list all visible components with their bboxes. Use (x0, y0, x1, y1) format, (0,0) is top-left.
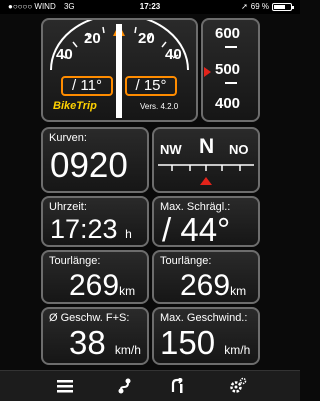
tour-length-label-1: Tourlänge: (49, 255, 101, 267)
tour-length-tile-1: Tourlänge: 269km (41, 250, 149, 304)
altitude-tape: 600 500 400 (201, 18, 260, 122)
altitude-top: 600 (215, 25, 241, 42)
altitude-bottom: 400 (215, 95, 241, 112)
max-speed-tile: Max. Geschwind.: 150 km/h (152, 307, 260, 365)
settings-icon (230, 377, 247, 393)
tour-length-value-1: 269 (69, 269, 120, 302)
max-speed-display: 150 km/h (160, 324, 250, 362)
max-speed-label: Max. Geschwind.: (160, 312, 248, 324)
route-button[interactable] (95, 371, 155, 401)
lean-left-value: / 11° (72, 77, 102, 94)
location-icon: ➚ (241, 2, 248, 11)
status-right: ➚ 69 % (241, 0, 294, 14)
altitude-mid: 500 (215, 61, 241, 78)
battery-icon (272, 3, 294, 11)
max-speed-unit: km/h (224, 343, 251, 357)
altitude-tick (225, 82, 237, 84)
battery-fill (274, 5, 286, 9)
tour-length-unit-2: km (230, 284, 247, 298)
lean-left-box: / 11° (61, 76, 113, 96)
altitude-marker-icon (204, 67, 211, 77)
altitude-tick (225, 46, 237, 48)
compass-scale (158, 164, 254, 185)
status-bar: ●○○○○ WIND 3G 17:23 ➚ 69 % (0, 0, 300, 14)
menu-icon (57, 380, 73, 393)
curves-tile: Kurven: 0920 (41, 127, 149, 193)
curves-value: 0920 (50, 146, 128, 185)
avg-speed-tile: Ø Geschw. F+S: 38 km/h (41, 307, 149, 365)
avg-speed-unit: km/h (114, 343, 141, 357)
navigation-icon (171, 378, 183, 393)
curves-label: Kurven: (49, 132, 87, 144)
navigation-button[interactable] (148, 371, 208, 401)
tour-length-label-2: Tourlänge: (160, 255, 212, 267)
tick-label-40-left: 40 (56, 46, 73, 63)
time-label: Uhrzeit: (49, 201, 87, 213)
tour-length-display-2: 269km (180, 269, 246, 303)
tour-length-value-2: 269 (180, 269, 231, 302)
lean-angle-gauge: 40 20 20 40 / 11° / 15° BikeTrip Vers. 4… (41, 18, 198, 122)
lean-right-value: / 15° (135, 77, 167, 94)
tick-label-20-right: 20 (138, 30, 155, 47)
tour-length-display-1: 269km (69, 269, 135, 303)
compass-tile: NW N NO (152, 127, 260, 193)
max-lean-value: / 44° (162, 211, 231, 248)
avg-speed-label: Ø Geschw. F+S: (49, 312, 130, 324)
tick-label-20-left: 20 (84, 30, 101, 47)
app-version: Vers. 4.2.0 (140, 102, 179, 111)
time-value: 17:23 (50, 214, 118, 244)
tick-label-40-right: 40 (165, 46, 182, 63)
time-unit: h (125, 227, 132, 241)
tab-bar (0, 370, 300, 401)
biketrip-logo: BikeTrip (53, 100, 97, 112)
tour-length-unit-1: km (119, 284, 136, 298)
max-lean-tile: Max. Schrägl.: / 44° (152, 196, 260, 248)
max-speed-value: 150 (160, 324, 216, 361)
avg-speed-value: 38 (69, 324, 106, 361)
battery-percent: 69 % (250, 2, 269, 11)
route-icon (118, 378, 131, 394)
lean-right-box: / 15° (125, 76, 177, 96)
tour-length-tile-2: Tourlänge: 269km (152, 250, 260, 304)
time-tile: Uhrzeit: 17:23 h (41, 196, 149, 247)
avg-speed-display: 38 km/h (69, 324, 141, 362)
settings-button[interactable] (208, 371, 268, 401)
time-display: 17:23 h (50, 214, 132, 245)
menu-button[interactable] (35, 371, 95, 401)
